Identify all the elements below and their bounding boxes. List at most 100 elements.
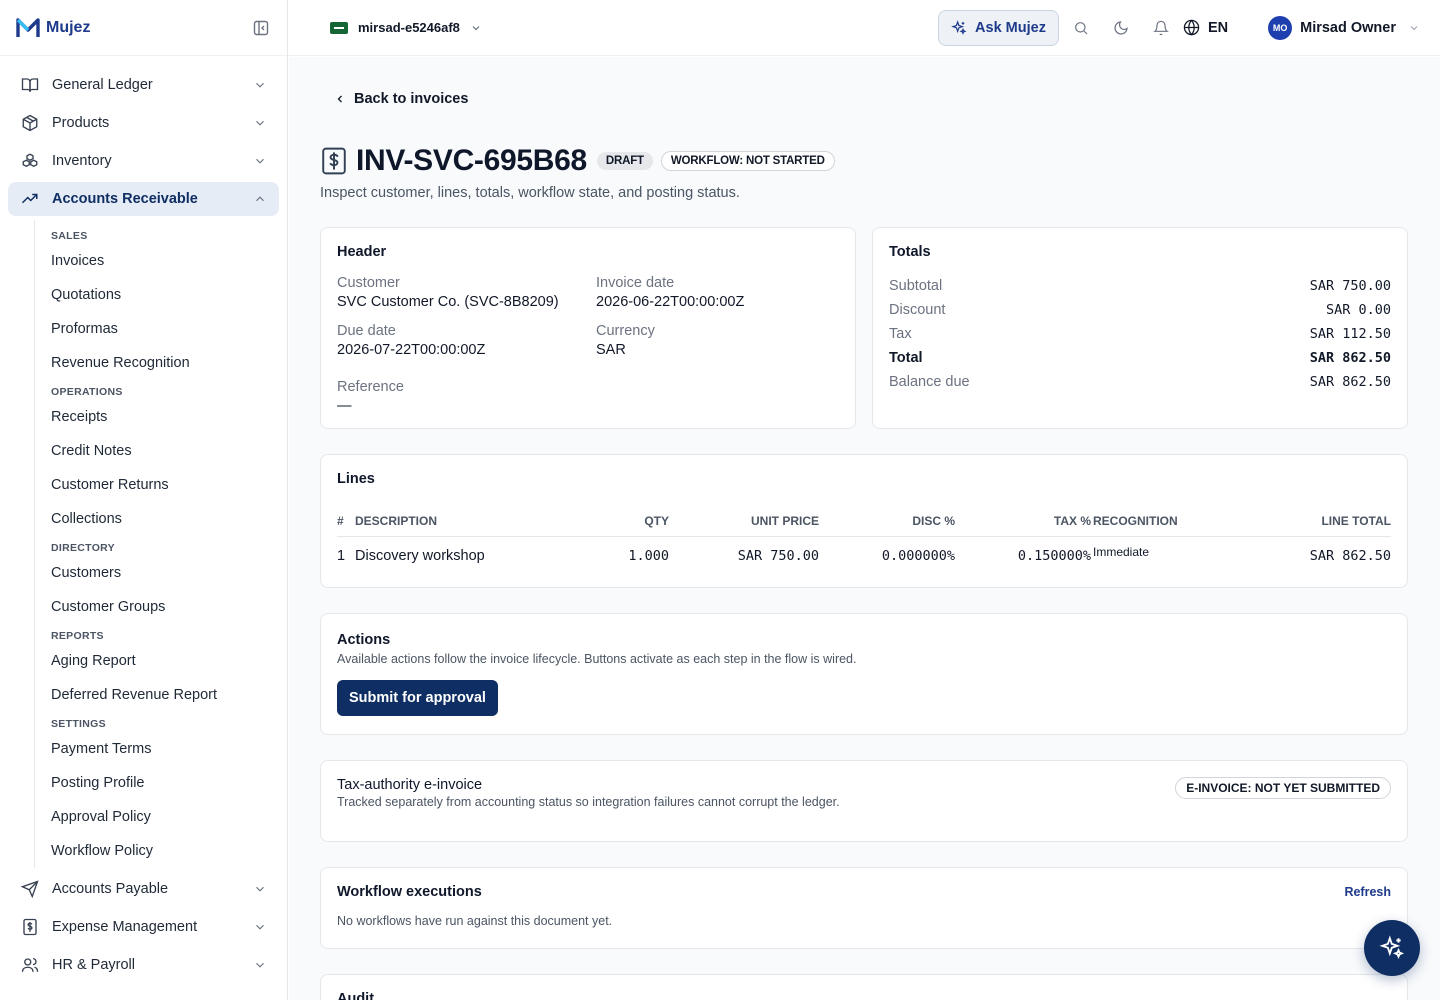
book-open-icon <box>20 75 40 95</box>
bell-icon[interactable] <box>1141 10 1181 46</box>
line-qty: 1.000 <box>628 548 669 564</box>
reference-field: Reference — <box>337 378 596 416</box>
receipt-icon <box>320 147 348 175</box>
subnav-item-credit-notes[interactable]: Credit Notes <box>51 434 279 468</box>
totals-label: Tax <box>889 326 912 342</box>
subnav-item-customer-returns[interactable]: Customer Returns <box>51 468 279 502</box>
subnav-item-quotations[interactable]: Quotations <box>51 278 279 312</box>
sidebar-item-general-ledger[interactable]: General Ledger <box>8 68 279 102</box>
field-label: Currency <box>596 323 655 339</box>
currency-field: Currency SAR <box>596 322 839 360</box>
language-switcher[interactable]: EN <box>1183 19 1228 36</box>
subnav-item-approval-policy[interactable]: Approval Policy <box>51 800 279 834</box>
sidebar-item-label: Accounts Receivable <box>52 191 198 207</box>
sidebar-collapse-icon[interactable] <box>251 18 271 38</box>
subnav-item-deferred-revenue-report[interactable]: Deferred Revenue Report <box>51 678 279 712</box>
sidebar-item-label: Accounts Payable <box>52 881 169 897</box>
header-card: Header Customer SVC Customer Co. (SVC-8B… <box>320 227 856 429</box>
line-total: SAR 862.50 <box>1309 548 1391 564</box>
globe-icon <box>1183 19 1200 36</box>
trending-up-icon <box>20 189 40 209</box>
workflow-status-badge: WORKFLOW: NOT STARTED <box>660 151 835 171</box>
card-title: Header <box>337 244 387 260</box>
sparkles-icon <box>951 19 967 36</box>
workflow-empty-state: No workflows have run against this docum… <box>337 914 613 928</box>
sidebar-nav: General Ledger Products Inventory Accoun… <box>0 56 287 982</box>
sidebar-item-expense-management[interactable]: Expense Management <box>8 910 279 944</box>
due-date-value: 2026-07-22T00:00:00Z <box>337 342 486 358</box>
sidebar-item-label: Expense Management <box>52 919 198 935</box>
column-header: RECOGNITION <box>1093 513 1178 528</box>
brand: Mujez <box>0 0 287 56</box>
totals-label: Balance due <box>889 374 970 390</box>
column-header: TAX % <box>1053 513 1091 528</box>
table-row: 1 Discovery workshop 1.000 SAR 750.00 0.… <box>337 537 1391 575</box>
tenant-switcher[interactable]: mirsad-e5246af8 <box>330 20 482 35</box>
actions-card: Actions Available actions follow the inv… <box>320 613 1408 735</box>
totals-list: Subtotal SAR 750.00 Discount SAR 0.00 Ta… <box>889 274 1391 394</box>
due-date-field: Due date 2026-07-22T00:00:00Z <box>337 322 596 360</box>
chevron-down-icon <box>253 920 267 934</box>
assistant-fab-button[interactable] <box>1364 920 1420 976</box>
subnav-item-aging-report[interactable]: Aging Report <box>51 644 279 678</box>
page-subtitle: Inspect customer, lines, totals, workflo… <box>320 185 740 201</box>
subnav-item-posting-profile[interactable]: Posting Profile <box>51 766 279 800</box>
sidebar-item-accounts-receivable[interactable]: Accounts Receivable <box>8 182 279 216</box>
column-header: DISC % <box>912 513 955 528</box>
sidebar-item-hr-payroll[interactable]: HR & Payroll <box>8 948 279 982</box>
mujez-logo-icon[interactable] <box>16 16 40 40</box>
back-to-invoices-link[interactable]: Back to invoices <box>334 89 1408 109</box>
einvoice-helper-text: Tracked separately from accounting statu… <box>337 795 840 809</box>
card-title: Tax-authority e-invoice <box>337 777 483 793</box>
ask-mujez-button[interactable]: Ask Mujez <box>938 9 1059 46</box>
main-content: Back to invoices INV-SVC-695B68 DRAFT WO… <box>289 57 1440 1000</box>
totals-value: SAR 862.50 <box>1309 350 1391 366</box>
subnav-item-revenue-recognition[interactable]: Revenue Recognition <box>51 346 279 380</box>
send-icon <box>20 879 40 899</box>
chevron-down-icon <box>1408 22 1420 34</box>
lines-card: Lines # DESCRIPTION QTY UNIT PRICE DISC … <box>320 454 1408 588</box>
moon-icon[interactable] <box>1101 10 1141 46</box>
subnav-item-receipts[interactable]: Receipts <box>51 400 279 434</box>
totals-row-subtotal: Subtotal SAR 750.00 <box>889 274 1391 298</box>
column-header: DESCRIPTION <box>355 513 438 528</box>
workflow-executions-card: Workflow executions Refresh No workflows… <box>320 867 1408 949</box>
avatar: MO <box>1268 15 1293 40</box>
ask-mujez-label: Ask Mujez <box>975 19 1046 36</box>
subnav-item-proformas[interactable]: Proformas <box>51 312 279 346</box>
line-description: Discovery workshop <box>355 548 485 564</box>
brand-name: Mujez <box>46 18 91 36</box>
user-menu[interactable]: MO Mirsad Owner <box>1268 15 1420 40</box>
workflow-card-header: Workflow executions Refresh <box>337 884 1391 900</box>
column-header: LINE TOTAL <box>1321 513 1391 528</box>
line-number: 1 <box>337 548 346 564</box>
refresh-link[interactable]: Refresh <box>1344 885 1391 899</box>
invoice-date-value: 2026-06-22T00:00:00Z <box>596 294 745 310</box>
sidebar-item-label: General Ledger <box>52 77 153 93</box>
search-icon[interactable] <box>1061 10 1101 46</box>
sidebar-item-accounts-payable[interactable]: Accounts Payable <box>8 872 279 906</box>
users-icon <box>20 955 40 975</box>
chevron-down-icon <box>253 154 267 168</box>
card-title: Audit <box>337 991 375 1000</box>
chevron-down-icon <box>470 22 482 34</box>
sidebar-item-products[interactable]: Products <box>8 106 279 140</box>
subnav-item-payment-terms[interactable]: Payment Terms <box>51 732 279 766</box>
lines-table: # DESCRIPTION QTY UNIT PRICE DISC % TAX … <box>337 505 1391 575</box>
field-label: Invoice date <box>596 275 675 291</box>
sparkles-icon <box>1379 935 1405 961</box>
submit-for-approval-button[interactable]: Submit for approval <box>337 680 498 716</box>
totals-label: Subtotal <box>889 278 943 294</box>
subnav-item-workflow-policy[interactable]: Workflow Policy <box>51 834 279 868</box>
column-header: QTY <box>644 513 669 528</box>
subnav-item-customers[interactable]: Customers <box>51 556 279 590</box>
card-title: Totals <box>889 244 931 260</box>
saudi-flag-icon <box>330 21 348 34</box>
language-code: EN <box>1207 19 1229 36</box>
totals-value: SAR 0.00 <box>1325 302 1391 318</box>
subnav-item-invoices[interactable]: Invoices <box>51 244 279 278</box>
currency-value: SAR <box>596 342 626 358</box>
sidebar-item-inventory[interactable]: Inventory <box>8 144 279 178</box>
subnav-item-collections[interactable]: Collections <box>51 502 279 536</box>
subnav-item-customer-groups[interactable]: Customer Groups <box>51 590 279 624</box>
